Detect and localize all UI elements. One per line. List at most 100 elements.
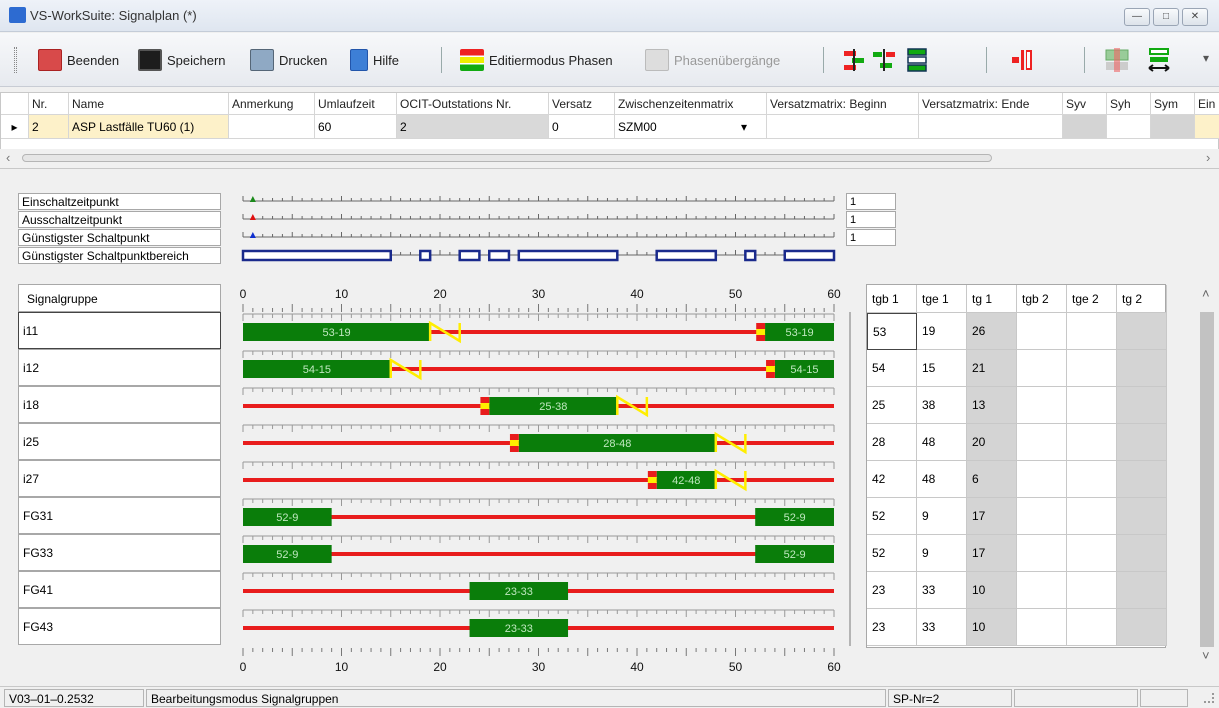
table-cell[interactable]: 33: [917, 572, 967, 609]
table-header-tge-2[interactable]: tge 2: [1067, 285, 1117, 313]
table-cell[interactable]: 52: [867, 535, 917, 572]
signal-split-icon[interactable]: [870, 46, 898, 74]
phase-transitions-button[interactable]: Phasenübergänge: [645, 46, 780, 74]
cell-umlaufzeit[interactable]: 60: [315, 115, 397, 139]
table-cell[interactable]: [1067, 387, 1117, 424]
table-cell[interactable]: 19: [917, 313, 967, 350]
table-cell[interactable]: 38: [917, 387, 967, 424]
save-button[interactable]: Speichern: [138, 46, 226, 74]
print-button[interactable]: Drucken: [250, 46, 327, 74]
table-cell[interactable]: 53: [867, 313, 917, 350]
split-red-icon[interactable]: [1008, 46, 1036, 74]
table-header-tgb-2[interactable]: tgb 2: [1017, 285, 1067, 313]
table-cell[interactable]: 10: [967, 609, 1017, 646]
cell-ocit[interactable]: 2: [397, 115, 549, 139]
scroll-left-icon[interactable]: ‹: [6, 150, 10, 165]
cell-sym[interactable]: [1151, 115, 1195, 139]
table-cell[interactable]: 23: [867, 572, 917, 609]
table-cell[interactable]: [1067, 498, 1117, 535]
column-header-vm-ende[interactable]: Versatzmatrix: Ende: [919, 93, 1063, 115]
table-cell[interactable]: [1067, 461, 1117, 498]
maximize-button[interactable]: □: [1153, 8, 1179, 26]
cell-zwischenzeitenmatrix[interactable]: SZM00 ▾: [615, 115, 767, 139]
table-cell[interactable]: 15: [917, 350, 967, 387]
table-cell[interactable]: [1117, 313, 1167, 350]
table-cell[interactable]: [1017, 535, 1067, 572]
toolbar-overflow-button[interactable]: ▾: [1203, 51, 1209, 65]
table-cell[interactable]: 48: [917, 424, 967, 461]
vertical-scroll-thumb[interactable]: [1200, 312, 1214, 647]
signal-group-row[interactable]: i25: [18, 423, 221, 460]
close-button[interactable]: ✕: [1182, 8, 1208, 26]
table-cell[interactable]: 52: [867, 498, 917, 535]
signal-group-row[interactable]: i18: [18, 386, 221, 423]
table-cell[interactable]: [1017, 424, 1067, 461]
table-cell[interactable]: [1117, 461, 1167, 498]
table-cell[interactable]: [1017, 387, 1067, 424]
table-cell[interactable]: 23: [867, 609, 917, 646]
table-cell[interactable]: [1017, 609, 1067, 646]
cell-syh[interactable]: [1107, 115, 1151, 139]
table-cell[interactable]: [1117, 535, 1167, 572]
table-cell[interactable]: 9: [917, 498, 967, 535]
scroll-up-icon[interactable]: ˄: [1202, 286, 1210, 301]
column-header-versatz[interactable]: Versatz: [549, 93, 615, 115]
column-header-umlaufzeit[interactable]: Umlaufzeit: [315, 93, 397, 115]
cell-nr[interactable]: 2: [29, 115, 69, 139]
table-cell[interactable]: [1017, 350, 1067, 387]
table-cell[interactable]: 28: [867, 424, 917, 461]
event-value-switch-off[interactable]: 1: [846, 211, 896, 228]
column-header-syh[interactable]: Syh: [1107, 93, 1151, 115]
table-cell[interactable]: [1017, 498, 1067, 535]
table-cell[interactable]: 48: [917, 461, 967, 498]
table-cell[interactable]: 17: [967, 498, 1017, 535]
table-cell[interactable]: 54: [867, 350, 917, 387]
table-cell[interactable]: 6: [967, 461, 1017, 498]
table-cell[interactable]: 33: [917, 609, 967, 646]
cell-vm-ende[interactable]: [919, 115, 1063, 139]
table-cell[interactable]: [1067, 424, 1117, 461]
table-header-tg-1[interactable]: tg 1: [967, 285, 1017, 313]
table-cell[interactable]: [1017, 461, 1067, 498]
edit-phases-button[interactable]: Editiermodus Phasen: [460, 46, 613, 74]
table-header-tge-1[interactable]: tge 1: [917, 285, 967, 313]
table-cell[interactable]: 17: [967, 535, 1017, 572]
table-cell[interactable]: 9: [917, 535, 967, 572]
minimize-button[interactable]: —: [1124, 8, 1150, 26]
table-cell[interactable]: [1117, 572, 1167, 609]
stretch-disabled-icon[interactable]: [1103, 46, 1131, 74]
table-cell[interactable]: [1067, 609, 1117, 646]
table-cell[interactable]: 10: [967, 572, 1017, 609]
column-header-name[interactable]: Name: [69, 93, 229, 115]
row-selector[interactable]: ▸: [1, 115, 29, 139]
table-cell[interactable]: [1117, 609, 1167, 646]
cell-syv[interactable]: [1063, 115, 1107, 139]
table-cell[interactable]: 25: [867, 387, 917, 424]
signal-group-tool-icon[interactable]: [840, 46, 868, 74]
exit-button[interactable]: Beenden: [38, 46, 119, 74]
cell-anmerkung[interactable]: [229, 115, 315, 139]
table-cell[interactable]: [1017, 572, 1067, 609]
column-header-zwischenzeitenmatrix[interactable]: Zwischenzeitenmatrix: [615, 93, 767, 115]
table-cell[interactable]: 13: [967, 387, 1017, 424]
cell-name[interactable]: ASP Lastfälle TU60 (1): [69, 115, 229, 139]
cell-vm-beginn[interactable]: [767, 115, 919, 139]
table-cell[interactable]: [1117, 350, 1167, 387]
column-header-ein[interactable]: Ein: [1195, 93, 1219, 115]
column-header-sym[interactable]: Sym: [1151, 93, 1195, 115]
column-header-anmerkung[interactable]: Anmerkung: [229, 93, 315, 115]
table-cell[interactable]: 42: [867, 461, 917, 498]
table-cell[interactable]: [1017, 313, 1067, 350]
signal-group-row[interactable]: i27: [18, 460, 221, 497]
table-cell[interactable]: [1067, 535, 1117, 572]
scroll-right-icon[interactable]: ›: [1206, 150, 1210, 165]
column-header-vm-beginn[interactable]: Versatzmatrix: Beginn: [767, 93, 919, 115]
signal-group-row[interactable]: FG43: [18, 608, 221, 645]
chevron-down-icon[interactable]: ▾: [741, 115, 747, 138]
horizontal-scrollbar[interactable]: ‹ ›: [0, 149, 1219, 167]
event-value-best-switch-point[interactable]: 1: [846, 229, 896, 246]
signal-group-row[interactable]: i11: [18, 312, 221, 349]
signal-stack-icon[interactable]: [903, 46, 931, 74]
table-cell[interactable]: [1067, 350, 1117, 387]
table-cell[interactable]: [1067, 572, 1117, 609]
